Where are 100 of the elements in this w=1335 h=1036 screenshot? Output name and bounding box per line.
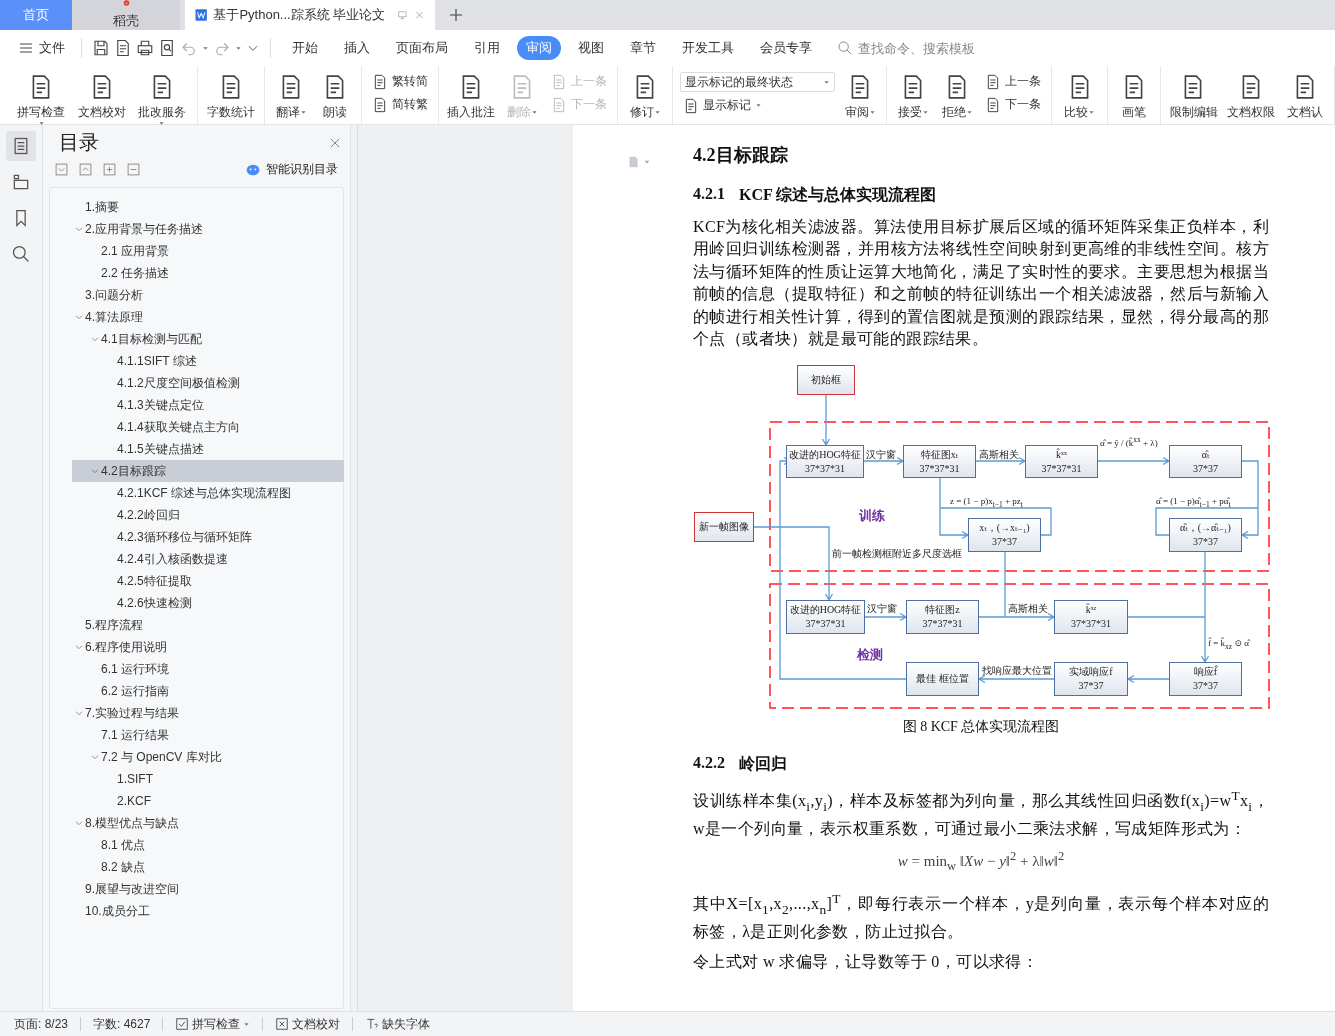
chevron-up-icon[interactable]: [79, 163, 92, 176]
ribbon-button[interactable]: 拒绝: [935, 68, 980, 122]
chevron-icon: [73, 708, 84, 718]
ribbon-button[interactable]: 批改服务: [130, 68, 194, 129]
ribbon-button[interactable]: 下一条: [982, 95, 1045, 114]
outline-item[interactable]: 2.2 任务描述: [72, 262, 344, 284]
outline-item[interactable]: 6.2 运行指南: [72, 680, 344, 702]
ribbon-tab[interactable]: 插入: [335, 36, 379, 60]
ribbon-button[interactable]: 文档校对: [72, 68, 131, 122]
ribbon-button[interactable]: 上一条: [982, 72, 1045, 91]
body-paragraph: 其中X=[x$_{1}$,x$_{2}$,...,x$_{n}$]$^{T}$，即每行表示一个样本，y是列向量，表示每个样本对应的标签，λ是正则化参数，防止过拟合。: [693, 889, 1269, 942]
dropdown-field[interactable]: 显示标记的最终状态: [680, 72, 836, 92]
outline-item[interactable]: 6.1 运行环境: [72, 658, 344, 680]
outline-item[interactable]: 9.展望与改进空间: [72, 878, 344, 900]
outline-item[interactable]: 8.2 缺点: [72, 856, 344, 878]
ribbon-button[interactable]: 文档认: [1280, 68, 1330, 122]
outline-item[interactable]: 4.2.2岭回归: [72, 504, 344, 526]
smart-toc-button[interactable]: 智能识别目录: [238, 160, 344, 179]
outline-item[interactable]: 4.算法原理: [72, 306, 344, 328]
file-menu-button[interactable]: 文件: [12, 36, 71, 60]
chevron-icon: [89, 334, 100, 344]
outline-item[interactable]: 7.1 运行结果: [72, 724, 344, 746]
process-node: 初始框: [797, 365, 855, 396]
ribbon-tab[interactable]: 视图: [569, 36, 613, 60]
ribbon-button[interactable]: 繁转简: [369, 72, 432, 91]
ribbon-tab[interactable]: 页面布局: [387, 36, 457, 60]
navigation-icon: [11, 172, 31, 192]
chevron-down-icon[interactable]: [55, 163, 68, 176]
outline-item[interactable]: 4.2.1KCF 综述与总体实现流程图: [72, 482, 344, 504]
outline-item[interactable]: 4.1目标检测与匹配: [72, 328, 344, 350]
ribbon-button[interactable]: 字数统计: [202, 68, 261, 122]
ribbon-button[interactable]: 翻译: [269, 68, 314, 122]
save-icon[interactable]: [92, 39, 110, 57]
outline-item[interactable]: 1.SIFT: [72, 768, 344, 790]
proofread-button[interactable]: 文档校对: [271, 1015, 345, 1033]
ribbon-button[interactable]: 限制编辑: [1164, 68, 1223, 122]
browser-tab[interactable]: 稻壳: [72, 0, 180, 30]
ribbon-button[interactable]: 画笔: [1111, 68, 1156, 122]
outline-item[interactable]: 6.程序使用说明: [72, 636, 344, 658]
ribbon-button[interactable]: 插入批注: [443, 68, 500, 122]
ribbon-button[interactable]: 文档权限: [1222, 68, 1281, 122]
ribbon-tab[interactable]: 章节: [621, 36, 665, 60]
outline-item[interactable]: 4.1.3关键点定位: [72, 394, 344, 416]
ribbon-button[interactable]: 显示标记: [680, 96, 836, 115]
outline-item[interactable]: 2.KCF: [72, 790, 344, 812]
ribbon-tab[interactable]: 开始: [283, 36, 327, 60]
word-count: 字数: 4627: [92, 1015, 152, 1033]
ribbon-button[interactable]: 接受: [891, 68, 936, 122]
process-node: 改进的HOG特征 37*37*31: [786, 445, 864, 479]
outline-item[interactable]: 1.摘要: [72, 196, 344, 218]
print-icon[interactable]: [136, 39, 154, 57]
outline-item[interactable]: 4.1.5关键点描述: [72, 438, 344, 460]
outline-item[interactable]: 2.应用背景与任务描述: [72, 218, 344, 240]
outline-item[interactable]: 4.2.3循环移位与循环矩阵: [72, 526, 344, 548]
ribbon-button[interactable]: 比较: [1056, 68, 1103, 122]
outline-item[interactable]: 4.2目标跟踪: [72, 460, 344, 482]
section-number: 4.2.1: [693, 185, 725, 204]
flow-line: [1004, 551, 1006, 619]
cross-box-icon: [275, 1017, 290, 1031]
menu-icon: [18, 40, 34, 56]
caret-icon: [823, 78, 831, 86]
ribbon-button[interactable]: 拼写检查: [10, 68, 73, 129]
outline-item[interactable]: 8.1 优点: [72, 834, 344, 856]
spell-check-button[interactable]: 拼写检查: [171, 1015, 255, 1033]
process-node: 最佳 框位置: [906, 662, 979, 697]
sidebar-tab[interactable]: [6, 131, 36, 161]
ribbon-tab[interactable]: 会员专享: [751, 36, 821, 60]
ribbon-button[interactable]: 简转繁: [369, 95, 432, 114]
outline-item[interactable]: 4.2.6快速检测: [72, 592, 344, 614]
process-node: α̂ₜ 37*37: [1169, 445, 1242, 479]
ribbon-button[interactable]: 审阅: [838, 68, 883, 122]
outline-item[interactable]: 2.1 应用背景: [72, 240, 344, 262]
missing-fonts-button[interactable]: 缺失字体: [361, 1015, 435, 1033]
outline-item[interactable]: 3.问题分析: [72, 284, 344, 306]
outline-item[interactable]: 7.实验过程与结果: [72, 702, 344, 724]
ribbon-button[interactable]: 朗读: [313, 68, 358, 122]
outline-item[interactable]: 4.1.4获取关键点主方向: [72, 416, 344, 438]
flow-arrow: [821, 394, 831, 447]
outline-item[interactable]: 8.模型优点与缺点: [72, 812, 344, 834]
monitor-icon[interactable]: [397, 8, 409, 22]
search-field[interactable]: 查找命令、搜索模板: [837, 39, 1000, 57]
outline-item[interactable]: 10.成员分工: [72, 900, 344, 922]
plus-icon[interactable]: [447, 6, 465, 24]
edge-label: 汉宁窗: [866, 449, 896, 462]
minus-icon[interactable]: [127, 163, 140, 176]
outline-item[interactable]: 4.2.5特征提取: [72, 570, 344, 592]
ribbon-tab[interactable]: 引用: [465, 36, 509, 60]
outline-item[interactable]: 4.2.4引入核函数提速: [72, 548, 344, 570]
outline-item[interactable]: 4.1.1SIFT 综述: [72, 350, 344, 372]
preview-icon[interactable]: [158, 39, 176, 57]
ribbon-button[interactable]: 修订: [622, 68, 669, 122]
plus-icon[interactable]: [103, 163, 116, 176]
outline-item[interactable]: 5.程序流程: [72, 614, 344, 636]
outline-item[interactable]: 7.2 与 OpenCV 库对比: [72, 746, 344, 768]
page-icon[interactable]: [114, 39, 132, 57]
process-node: k̂ˣᶻ 37*37*31: [1054, 600, 1128, 635]
browser-tab[interactable]: 基于Python...踪系统 毕业论文: [185, 0, 435, 30]
outline-item[interactable]: 4.1.2尺度空间极值检测: [72, 372, 344, 394]
ribbon-tab[interactable]: 开发工具: [673, 36, 743, 60]
formula: w = min$_{w}$ ‖Xw − y‖$^{2}$ + λ‖w‖$^{2}$: [896, 848, 1066, 874]
